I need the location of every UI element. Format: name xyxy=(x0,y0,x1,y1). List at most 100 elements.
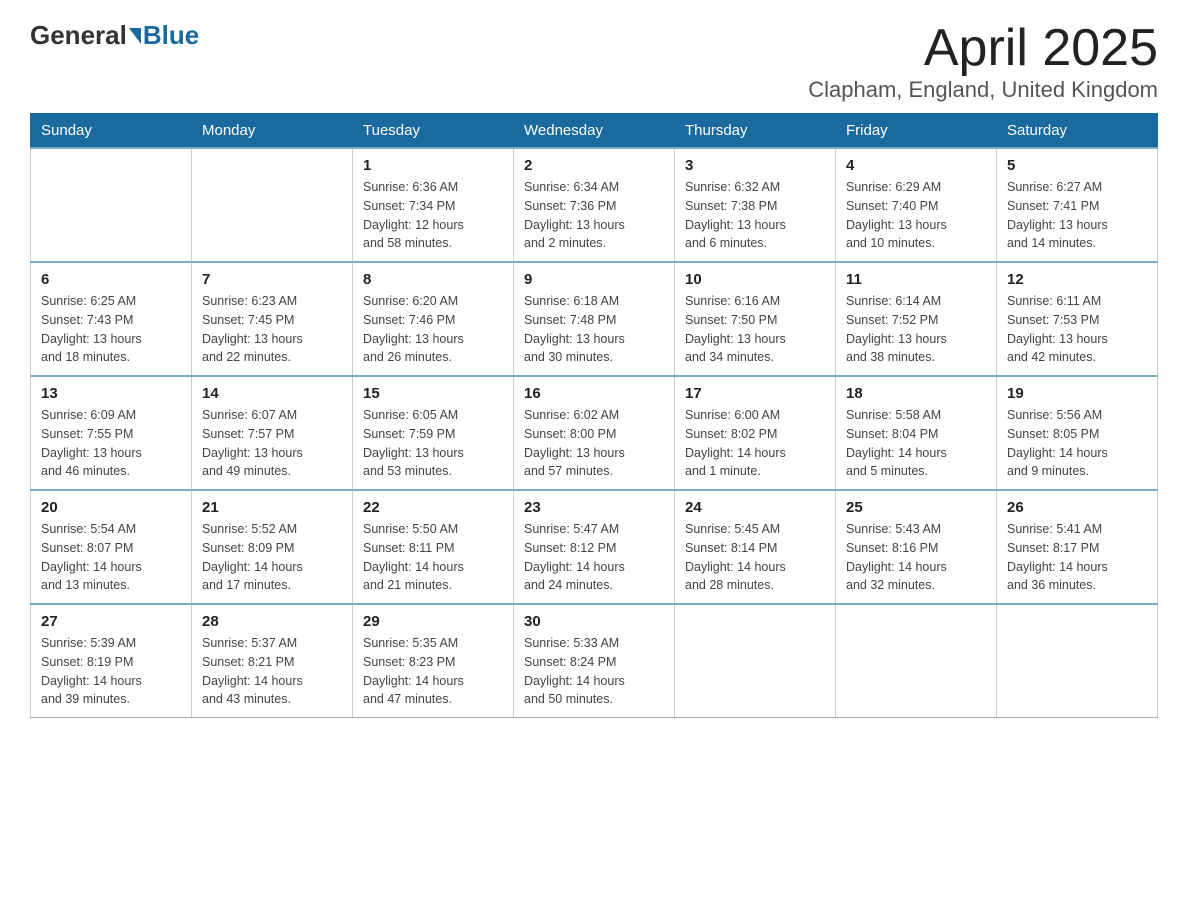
day-info: Sunrise: 5:39 AM Sunset: 8:19 PM Dayligh… xyxy=(41,634,181,709)
calendar-cell: 16 Sunrise: 6:02 AM Sunset: 8:00 PM Dayli… xyxy=(514,376,675,490)
day-number: 9 xyxy=(524,271,664,288)
calendar-header-friday: Friday xyxy=(836,114,997,149)
day-number: 21 xyxy=(202,499,342,516)
calendar-week-row: 27 Sunrise: 5:39 AM Sunset: 8:19 PM Dayli… xyxy=(31,604,1158,718)
calendar-cell: 27 Sunrise: 5:39 AM Sunset: 8:19 PM Dayli… xyxy=(31,604,192,718)
day-number: 29 xyxy=(363,613,503,630)
calendar-cell: 2 Sunrise: 6:34 AM Sunset: 7:36 PM Daylig… xyxy=(514,148,675,262)
day-info: Sunrise: 5:41 AM Sunset: 8:17 PM Dayligh… xyxy=(1007,520,1147,595)
calendar-cell xyxy=(675,604,836,718)
page-header: General Blue April 2025 Clapham, England… xyxy=(30,20,1158,103)
calendar-header-sunday: Sunday xyxy=(31,114,192,149)
day-info: Sunrise: 6:20 AM Sunset: 7:46 PM Dayligh… xyxy=(363,292,503,367)
day-number: 2 xyxy=(524,157,664,174)
day-number: 30 xyxy=(524,613,664,630)
day-number: 23 xyxy=(524,499,664,516)
day-number: 13 xyxy=(41,385,181,402)
calendar-week-row: 1 Sunrise: 6:36 AM Sunset: 7:34 PM Daylig… xyxy=(31,148,1158,262)
calendar-cell: 22Sunrise: 5:50 AM Sunset: 8:11 PM Dayli… xyxy=(353,490,514,604)
day-info: Sunrise: 5:45 AM Sunset: 8:14 PM Dayligh… xyxy=(685,520,825,595)
calendar-cell: 3 Sunrise: 6:32 AM Sunset: 7:38 PM Daylig… xyxy=(675,148,836,262)
calendar-week-row: 13 Sunrise: 6:09 AM Sunset: 7:55 PM Dayli… xyxy=(31,376,1158,490)
calendar-cell: 25 Sunrise: 5:43 AM Sunset: 8:16 PM Dayli… xyxy=(836,490,997,604)
day-number: 16 xyxy=(524,385,664,402)
logo: General Blue xyxy=(30,20,199,51)
logo-general-text: General xyxy=(30,20,127,51)
day-info: Sunrise: 6:27 AM Sunset: 7:41 PM Dayligh… xyxy=(1007,178,1147,253)
day-number: 24 xyxy=(685,499,825,516)
day-number: 19 xyxy=(1007,385,1147,402)
calendar-cell: 4 Sunrise: 6:29 AM Sunset: 7:40 PM Daylig… xyxy=(836,148,997,262)
day-info: Sunrise: 6:02 AM Sunset: 8:00 PM Dayligh… xyxy=(524,406,664,481)
day-number: 28 xyxy=(202,613,342,630)
calendar-cell xyxy=(836,604,997,718)
day-number: 20 xyxy=(41,499,181,516)
day-number: 6 xyxy=(41,271,181,288)
calendar-cell: 5 Sunrise: 6:27 AM Sunset: 7:41 PM Daylig… xyxy=(997,148,1158,262)
day-info: Sunrise: 5:58 AM Sunset: 8:04 PM Dayligh… xyxy=(846,406,986,481)
day-info: Sunrise: 6:14 AM Sunset: 7:52 PM Dayligh… xyxy=(846,292,986,367)
day-number: 27 xyxy=(41,613,181,630)
day-info: Sunrise: 5:37 AM Sunset: 8:21 PM Dayligh… xyxy=(202,634,342,709)
day-info: Sunrise: 6:07 AM Sunset: 7:57 PM Dayligh… xyxy=(202,406,342,481)
day-info: Sunrise: 5:47 AM Sunset: 8:12 PM Dayligh… xyxy=(524,520,664,595)
calendar-table: SundayMondayTuesdayWednesdayThursdayFrid… xyxy=(30,113,1158,718)
calendar-cell: 10Sunrise: 6:16 AM Sunset: 7:50 PM Dayli… xyxy=(675,262,836,376)
day-info: Sunrise: 6:29 AM Sunset: 7:40 PM Dayligh… xyxy=(846,178,986,253)
day-info: Sunrise: 6:18 AM Sunset: 7:48 PM Dayligh… xyxy=(524,292,664,367)
calendar-cell xyxy=(192,148,353,262)
day-number: 10 xyxy=(685,271,825,288)
day-number: 25 xyxy=(846,499,986,516)
day-number: 4 xyxy=(846,157,986,174)
calendar-cell: 13 Sunrise: 6:09 AM Sunset: 7:55 PM Dayli… xyxy=(31,376,192,490)
day-number: 11 xyxy=(846,271,986,288)
day-info: Sunrise: 6:32 AM Sunset: 7:38 PM Dayligh… xyxy=(685,178,825,253)
day-info: Sunrise: 6:25 AM Sunset: 7:43 PM Dayligh… xyxy=(41,292,181,367)
day-info: Sunrise: 5:52 AM Sunset: 8:09 PM Dayligh… xyxy=(202,520,342,595)
calendar-cell: 30 Sunrise: 5:33 AM Sunset: 8:24 PM Dayli… xyxy=(514,604,675,718)
day-info: Sunrise: 6:34 AM Sunset: 7:36 PM Dayligh… xyxy=(524,178,664,253)
calendar-cell: 7Sunrise: 6:23 AM Sunset: 7:45 PM Daylig… xyxy=(192,262,353,376)
calendar-header-tuesday: Tuesday xyxy=(353,114,514,149)
page-subtitle: Clapham, England, United Kingdom xyxy=(808,77,1158,103)
calendar-cell xyxy=(31,148,192,262)
calendar-cell: 29 Sunrise: 5:35 AM Sunset: 8:23 PM Dayli… xyxy=(353,604,514,718)
day-number: 1 xyxy=(363,157,503,174)
day-info: Sunrise: 5:54 AM Sunset: 8:07 PM Dayligh… xyxy=(41,520,181,595)
calendar-cell: 8Sunrise: 6:20 AM Sunset: 7:46 PM Daylig… xyxy=(353,262,514,376)
day-number: 3 xyxy=(685,157,825,174)
calendar-header-thursday: Thursday xyxy=(675,114,836,149)
calendar-week-row: 6 Sunrise: 6:25 AM Sunset: 7:43 PM Daylig… xyxy=(31,262,1158,376)
day-number: 18 xyxy=(846,385,986,402)
day-info: Sunrise: 6:36 AM Sunset: 7:34 PM Dayligh… xyxy=(363,178,503,253)
logo-arrow-icon xyxy=(129,28,141,44)
calendar-cell: 14Sunrise: 6:07 AM Sunset: 7:57 PM Dayli… xyxy=(192,376,353,490)
day-info: Sunrise: 6:23 AM Sunset: 7:45 PM Dayligh… xyxy=(202,292,342,367)
calendar-cell: 9 Sunrise: 6:18 AM Sunset: 7:48 PM Daylig… xyxy=(514,262,675,376)
calendar-header-wednesday: Wednesday xyxy=(514,114,675,149)
day-number: 15 xyxy=(363,385,503,402)
calendar-cell: 23 Sunrise: 5:47 AM Sunset: 8:12 PM Dayli… xyxy=(514,490,675,604)
day-number: 12 xyxy=(1007,271,1147,288)
calendar-cell: 28 Sunrise: 5:37 AM Sunset: 8:21 PM Dayli… xyxy=(192,604,353,718)
calendar-cell: 15 Sunrise: 6:05 AM Sunset: 7:59 PM Dayli… xyxy=(353,376,514,490)
day-info: Sunrise: 6:09 AM Sunset: 7:55 PM Dayligh… xyxy=(41,406,181,481)
day-info: Sunrise: 5:56 AM Sunset: 8:05 PM Dayligh… xyxy=(1007,406,1147,481)
title-block: April 2025 Clapham, England, United King… xyxy=(808,20,1158,103)
calendar-cell: 19 Sunrise: 5:56 AM Sunset: 8:05 PM Dayli… xyxy=(997,376,1158,490)
day-info: Sunrise: 5:35 AM Sunset: 8:23 PM Dayligh… xyxy=(363,634,503,709)
day-info: Sunrise: 6:00 AM Sunset: 8:02 PM Dayligh… xyxy=(685,406,825,481)
day-number: 5 xyxy=(1007,157,1147,174)
calendar-week-row: 20 Sunrise: 5:54 AM Sunset: 8:07 PM Dayli… xyxy=(31,490,1158,604)
calendar-cell: 24 Sunrise: 5:45 AM Sunset: 8:14 PM Dayli… xyxy=(675,490,836,604)
calendar-header-row: SundayMondayTuesdayWednesdayThursdayFrid… xyxy=(31,114,1158,149)
calendar-cell: 20 Sunrise: 5:54 AM Sunset: 8:07 PM Dayli… xyxy=(31,490,192,604)
calendar-cell: 11 Sunrise: 6:14 AM Sunset: 7:52 PM Dayli… xyxy=(836,262,997,376)
day-info: Sunrise: 6:05 AM Sunset: 7:59 PM Dayligh… xyxy=(363,406,503,481)
calendar-header-monday: Monday xyxy=(192,114,353,149)
page-title: April 2025 xyxy=(808,20,1158,77)
day-info: Sunrise: 5:43 AM Sunset: 8:16 PM Dayligh… xyxy=(846,520,986,595)
calendar-cell: 6 Sunrise: 6:25 AM Sunset: 7:43 PM Daylig… xyxy=(31,262,192,376)
logo-blue-text: Blue xyxy=(143,20,199,51)
day-info: Sunrise: 5:33 AM Sunset: 8:24 PM Dayligh… xyxy=(524,634,664,709)
